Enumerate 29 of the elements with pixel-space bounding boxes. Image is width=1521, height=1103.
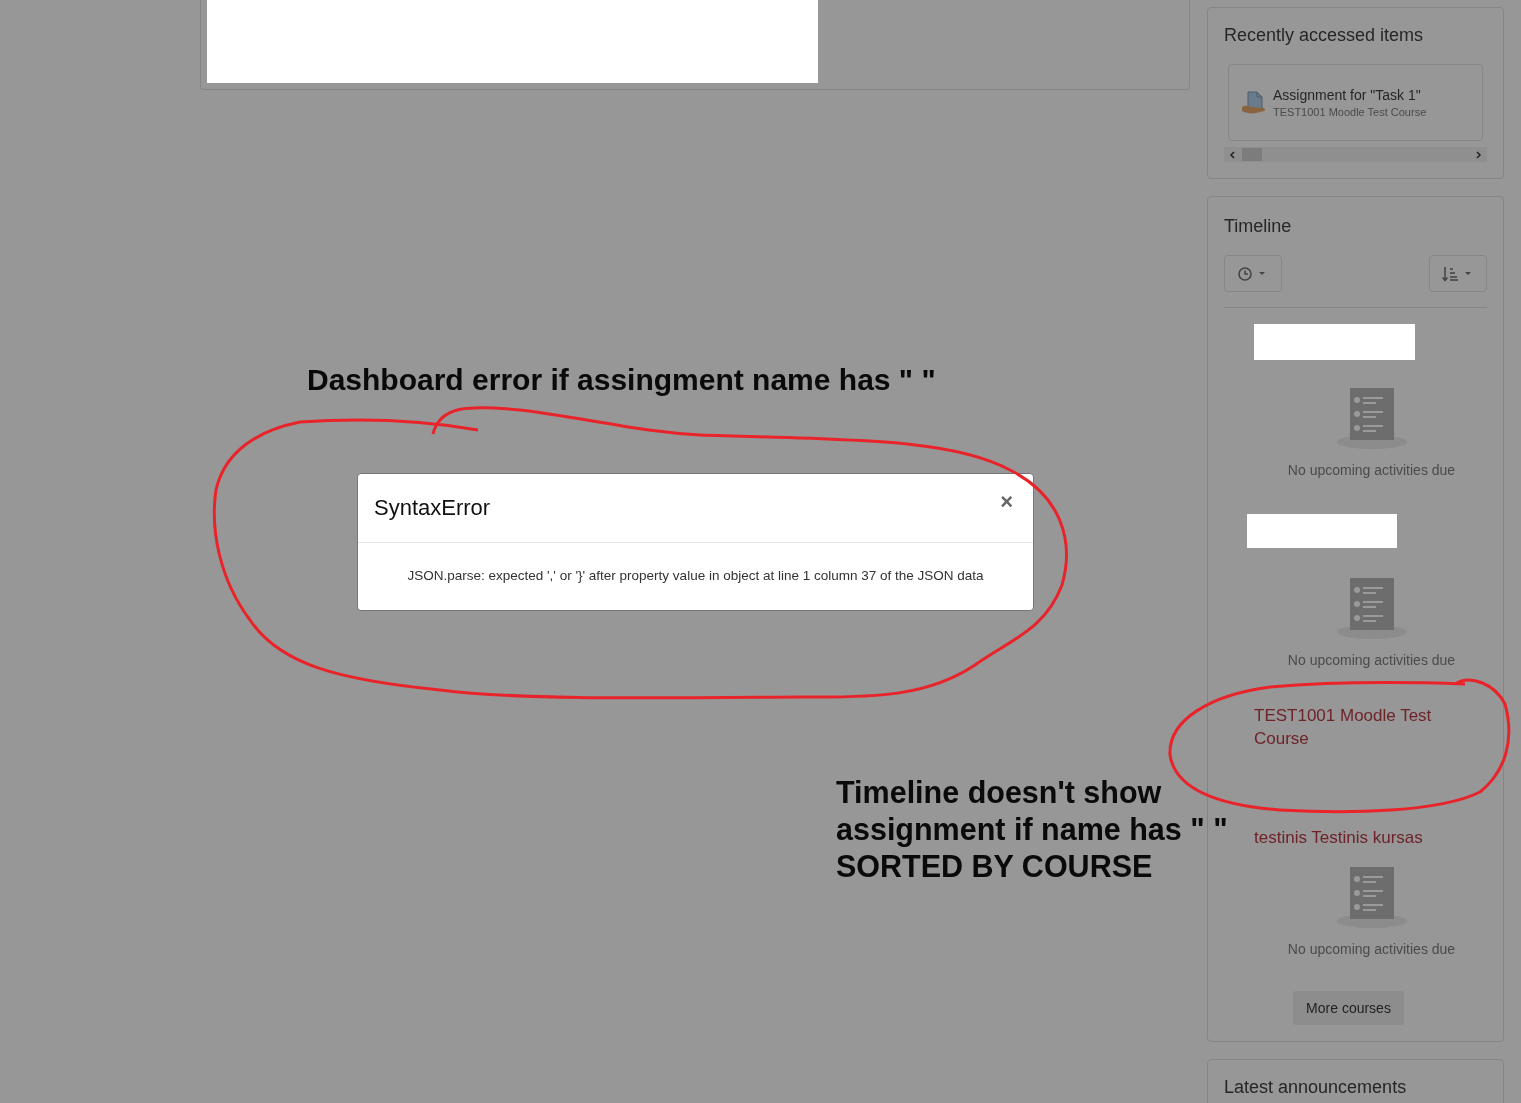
scroll-left-icon[interactable] bbox=[1228, 149, 1238, 160]
error-message: JSON.parse: expected ',' or '}' after property value in object at line 1 column 37 of the JSON data bbox=[407, 568, 984, 583]
course-link[interactable]: TEST1001 Moodle Test Course bbox=[1254, 704, 1469, 750]
horizontal-scrollbar[interactable] bbox=[1224, 147, 1487, 162]
card-title: Timeline bbox=[1224, 215, 1293, 237]
empty-message: No upcoming activities due bbox=[1287, 462, 1456, 478]
recent-item[interactable]: Assignment for "Task 1" TEST1001 Moodle Test Course bbox=[1228, 64, 1483, 141]
card-title: Recently accessed items bbox=[1224, 24, 1425, 46]
empty-list-icon bbox=[1335, 867, 1408, 929]
clock-icon bbox=[1238, 266, 1268, 281]
empty-message: No upcoming activities due bbox=[1287, 941, 1456, 957]
sort-icon bbox=[1442, 265, 1474, 282]
card-title: Latest announcements bbox=[1224, 1076, 1408, 1098]
scroll-thumb[interactable] bbox=[1242, 148, 1262, 161]
empty-list-icon bbox=[1335, 578, 1408, 640]
dialog-title: SyntaxError bbox=[374, 495, 491, 521]
close-button[interactable]: × bbox=[996, 489, 1017, 515]
annotation-text: Dashboard error if assingment name has " " bbox=[307, 362, 936, 398]
annotation-text: Timeline doesn't show assignment if name has " " SORTED BY COURSE bbox=[836, 774, 1228, 885]
item-title: Assignment for "Task 1" bbox=[1273, 87, 1422, 103]
sort-button[interactable] bbox=[1429, 255, 1487, 292]
empty-message: No upcoming activities due bbox=[1287, 652, 1456, 668]
item-course: TEST1001 Moodle Test Course bbox=[1273, 106, 1427, 118]
document-hand-icon bbox=[1241, 90, 1267, 115]
more-courses-button[interactable]: More courses bbox=[1293, 991, 1404, 1025]
empty-list-icon bbox=[1335, 388, 1408, 450]
scroll-right-icon[interactable] bbox=[1473, 149, 1483, 160]
date-filter-button[interactable] bbox=[1224, 255, 1282, 292]
course-link[interactable]: testinis Testinis kursas bbox=[1254, 826, 1469, 849]
